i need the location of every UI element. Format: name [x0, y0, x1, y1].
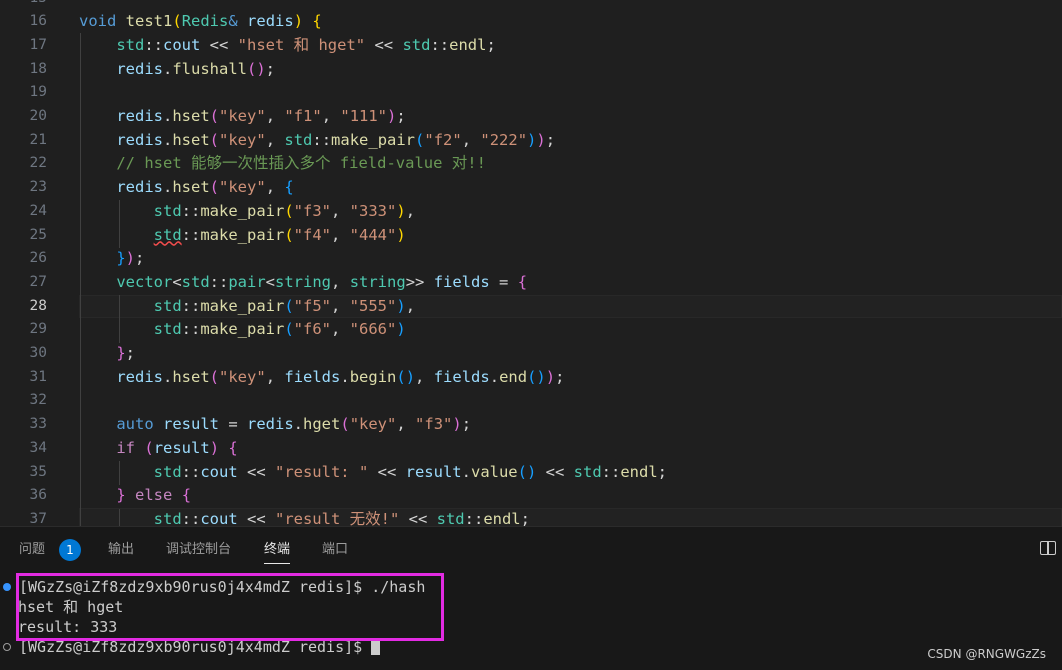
tab-problems[interactable]: 问题	[19, 541, 45, 563]
line-number: 19	[29, 84, 47, 101]
problems-count-badge: 1	[59, 539, 81, 561]
line-number: 24	[29, 202, 47, 219]
line-number: 31	[29, 368, 47, 385]
code-line[interactable]: 34 if (result) {	[0, 437, 1062, 461]
line-number: 27	[29, 273, 47, 290]
code-line[interactable]: 26 });	[0, 247, 1062, 271]
indent-guide	[119, 509, 120, 526]
split-editor-icon[interactable]	[1040, 541, 1056, 555]
tab-output[interactable]: 输出	[108, 541, 134, 563]
line-number: 33	[29, 416, 47, 433]
code-line[interactable]: 18 redis.flushall();	[0, 58, 1062, 82]
line-number: 23	[29, 179, 47, 196]
code-line[interactable]: 21 redis.hset("key", std::make_pair("f2"…	[0, 129, 1062, 153]
code-line[interactable]: 25 std::make_pair("f4", "444")	[0, 224, 1062, 248]
code-line[interactable]: 37 std::cout << "result 无效!" << std::end…	[0, 507, 1062, 526]
line-number: 16	[29, 13, 47, 30]
code-line[interactable]: 22 // hset 能够一次性插入多个 field-value 对!!	[0, 152, 1062, 176]
line-number: 25	[29, 226, 47, 243]
code-text: std::cout << "result 无效!" << std::endl;	[153, 509, 530, 526]
indent-guide	[80, 33, 81, 526]
code-text: // hset 能够一次性插入多个 field-value 对!!	[116, 154, 486, 173]
line-number: 32	[29, 392, 47, 409]
cursor	[371, 639, 381, 655]
line-number: 36	[29, 487, 47, 504]
line-number: 26	[29, 250, 47, 267]
code-line[interactable]: 36 } else {	[0, 484, 1062, 508]
command-status-icon	[3, 583, 11, 591]
indent-guide	[119, 295, 120, 343]
highlight-box	[16, 573, 444, 641]
code-text: std::make_pair("f5", "555"),	[153, 296, 416, 315]
bottom-panel: 问题 1 输出 调试控制台 终端 端口 [WGzZs@iZf8zdz9xb90r…	[0, 526, 1062, 670]
tab-debug-console[interactable]: 调试控制台	[166, 541, 231, 563]
code-text: redis.hset("key", "f1", "111");	[116, 107, 406, 125]
code-text: vector<std::pair<string, string>> fields…	[116, 272, 528, 291]
code-line[interactable]: 27 vector<std::pair<string, string>> fie…	[0, 271, 1062, 295]
code-line[interactable]: 23 redis.hset("key", {	[0, 176, 1062, 200]
line-number: 34	[29, 439, 47, 456]
code-line[interactable]: 29 std::make_pair("f6", "666")	[0, 318, 1062, 342]
line-number: 22	[29, 155, 47, 172]
tab-terminal[interactable]: 终端	[264, 541, 291, 564]
code-line[interactable]: 24 std::make_pair("f3", "333"),	[0, 200, 1062, 224]
code-line[interactable]: 35 std::cout << "result: " << result.val…	[0, 461, 1062, 485]
code-line[interactable]: 17 std::cout << "hset 和 hget" << std::en…	[0, 34, 1062, 58]
code-line[interactable]: 15	[0, 0, 1062, 10]
code-text: });	[116, 249, 145, 268]
code-text: redis.flushall();	[116, 59, 276, 78]
line-number: 30	[29, 345, 47, 361]
code-line[interactable]: 33 auto result = redis.hget("key", "f3")…	[0, 413, 1062, 437]
code-text: };	[116, 344, 136, 362]
line-number: 17	[29, 36, 47, 53]
line-number: 20	[29, 108, 47, 124]
code-line[interactable]: 19	[0, 81, 1062, 105]
code-line[interactable]: 31 redis.hset("key", fields.begin(), fie…	[0, 366, 1062, 390]
code-text: std::make_pair("f3", "333"),	[153, 201, 416, 220]
code-text: std::cout << "result: " << result.value(…	[153, 462, 667, 481]
line-number: 35	[29, 463, 47, 480]
indent-guide	[119, 461, 120, 485]
code-text: std::make_pair("f4", "444")	[153, 225, 406, 244]
code-text: void test1(Redis& redis) {	[79, 12, 322, 31]
code-line[interactable]: 32	[0, 389, 1062, 413]
code-editor[interactable]: 37 std::cout << "result 无效!" << std::end…	[0, 0, 1062, 526]
code-text: std::make_pair("f6", "666")	[153, 320, 406, 339]
code-line[interactable]: 30 };	[0, 342, 1062, 366]
indent-guide	[119, 200, 120, 248]
panel-tabs: 问题 1 输出 调试控制台 终端 端口	[0, 527, 1000, 571]
code-line[interactable]: 20 redis.hset("key", "f1", "111");	[0, 105, 1062, 129]
code-text: redis.hset("key", {	[116, 178, 294, 197]
line-number: 21	[29, 131, 47, 148]
code-line[interactable]: 16 void test1(Redis& redis) {	[0, 10, 1062, 34]
code-text: std::cout << "hset 和 hget" << std::endl;	[116, 35, 496, 54]
code-text: redis.hset("key", fields.begin(), fields…	[116, 367, 565, 386]
code-line[interactable]: 28 std::make_pair("f5", "555"),	[0, 294, 1062, 319]
code-text: redis.hset("key", std::make_pair("f2", "…	[116, 130, 556, 149]
watermark: CSDN @RNGWGzZs	[927, 647, 1046, 661]
code-text: } else {	[116, 486, 192, 505]
line-number: 37	[29, 510, 47, 526]
command-status-icon	[3, 643, 11, 651]
line-number: 29	[29, 321, 47, 338]
line-number: 28	[29, 297, 47, 314]
line-number: 18	[29, 60, 47, 77]
code-text: if (result) {	[116, 438, 238, 457]
code-text: auto result = redis.hget("key", "f3");	[116, 415, 472, 434]
line-number: 15	[0, 0, 47, 10]
tab-ports[interactable]: 端口	[322, 541, 348, 563]
